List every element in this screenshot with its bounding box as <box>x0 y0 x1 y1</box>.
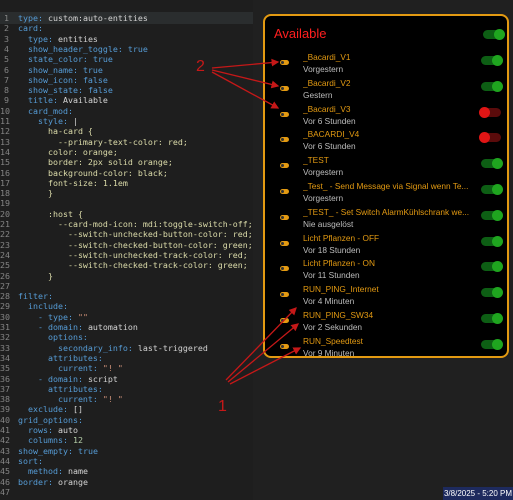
entity-row[interactable]: _Bacardi_V3 Vor 6 Stunden <box>265 104 509 130</box>
entity-last-triggered: Vorgestern <box>303 167 344 178</box>
toggle-switch-off-icon <box>280 240 289 246</box>
toggle-knob <box>479 132 490 144</box>
toggle-knob <box>479 106 490 118</box>
toggle-switch-off-icon <box>280 318 289 323</box>
entity-last-triggered: Vor 9 Minuten <box>303 347 355 358</box>
toggle-switch-off-icon <box>280 266 289 272</box>
entity-toggle[interactable] <box>481 287 503 299</box>
entity-name[interactable]: _Bacardi_V1 <box>303 52 471 62</box>
entity-name[interactable]: Licht Pflanzen - OFF <box>303 233 471 243</box>
entity-name[interactable]: _Test_ - Send Message via Signal wenn Te… <box>303 181 471 191</box>
entity-name[interactable]: RUN_Speedtest <box>303 336 471 346</box>
taskbar-clock[interactable]: 3/8/2025 - 5:20 PM <box>443 487 513 500</box>
entity-row[interactable]: _Test_ - Send Message via Signal wenn Te… <box>265 181 509 207</box>
toggle-switch-off-icon <box>280 137 289 143</box>
toggle-switch-off-icon <box>280 163 289 169</box>
toggle-switch-off-icon <box>280 60 289 65</box>
toggle-knob <box>492 184 503 195</box>
toggle-switch-off-icon <box>280 111 289 117</box>
entity-row[interactable]: _TEST_ - Set Switch AlarmKühlschrank we.… <box>265 207 509 233</box>
entity-row[interactable]: _Bacardi_V1 Vorgestern <box>265 52 509 78</box>
entity-last-triggered: Vor 6 Stunden <box>303 115 356 126</box>
entity-row[interactable]: RUN_Speedtest Vor 9 Minuten <box>265 336 509 362</box>
toggle-knob <box>494 29 505 40</box>
toggle-knob <box>492 158 503 170</box>
entity-last-triggered: Nie ausgelöst <box>303 218 354 229</box>
entity-last-triggered: Vorgestern <box>303 193 344 203</box>
line-number: 47 <box>0 486 10 497</box>
entity-toggle[interactable] <box>479 106 501 118</box>
entity-toggle[interactable] <box>481 80 503 92</box>
toggle-switch-off-icon <box>280 214 289 220</box>
toggle-knob <box>492 209 503 221</box>
entity-row[interactable]: _TEST Vorgestern <box>265 155 509 181</box>
entity-toggle[interactable] <box>481 261 503 273</box>
entity-last-triggered: Vor 4 Minuten <box>303 296 355 307</box>
entity-toggle[interactable] <box>481 55 503 66</box>
toggle-knob <box>492 287 503 299</box>
annotation-label-1: 1 <box>218 398 227 415</box>
entity-row[interactable]: _Bacardi_V2 Gestern <box>265 78 509 104</box>
entity-toggle[interactable] <box>481 158 503 170</box>
entity-name[interactable]: RUN_PING_SW34 <box>303 310 471 320</box>
entity-last-triggered: Vor 11 Stunden <box>303 270 360 281</box>
entity-toggle[interactable] <box>481 184 503 195</box>
entity-row[interactable]: Licht Pflanzen - OFF Vor 18 Stunden <box>265 233 509 259</box>
entity-last-triggered: Gestern <box>303 89 333 100</box>
entity-name[interactable]: Licht Pflanzen - ON <box>303 258 471 268</box>
entity-toggle[interactable] <box>481 313 503 324</box>
entity-last-triggered: Vor 6 Stunden <box>303 141 356 152</box>
toggle-knob <box>492 80 503 92</box>
code-line[interactable]: 47 <box>0 486 253 498</box>
entity-row[interactable]: Licht Pflanzen - ON Vor 11 Stunden <box>265 258 509 284</box>
entity-toggle[interactable] <box>481 209 503 221</box>
entity-toggle[interactable] <box>481 235 503 247</box>
entity-name[interactable]: _BACARDI_V4 <box>303 129 471 139</box>
toggle-knob <box>492 55 503 66</box>
toggle-knob <box>492 313 503 324</box>
entity-toggle[interactable] <box>481 338 503 350</box>
entity-name[interactable]: _TEST_ - Set Switch AlarmKühlschrank we.… <box>303 207 471 217</box>
toggle-knob <box>492 338 503 350</box>
header-toggle[interactable] <box>483 29 505 40</box>
toggle-switch-off-icon <box>280 292 289 298</box>
entities-card: Available _Bacardi_V1 Vorgestern _Bacardi_… <box>263 14 509 358</box>
card-title: Available <box>274 26 327 41</box>
toggle-switch-off-icon <box>280 85 289 91</box>
annotation-label-2: 2 <box>196 58 205 75</box>
entity-last-triggered: Vor 2 Sekunden <box>303 322 363 332</box>
entity-last-triggered: Vor 18 Stunden <box>303 244 361 255</box>
yaml-code-editor[interactable]: 1 type: custom:auto-entities 2 card: 3 type:… <box>0 0 253 500</box>
entity-name[interactable]: _Bacardi_V2 <box>303 78 471 88</box>
entity-last-triggered: Vorgestern <box>303 64 344 74</box>
entity-name[interactable]: RUN_PING_Internet <box>303 284 471 294</box>
entity-name[interactable]: _TEST <box>303 155 471 165</box>
toggle-knob <box>492 235 503 247</box>
entity-row[interactable]: RUN_PING_SW34 Vor 2 Sekunden <box>265 310 509 336</box>
entity-name[interactable]: _Bacardi_V3 <box>303 104 471 114</box>
entity-row[interactable]: _BACARDI_V4 Vor 6 Stunden <box>265 129 509 155</box>
toggle-knob <box>492 261 503 273</box>
entity-row[interactable]: RUN_PING_Internet Vor 4 Minuten <box>265 284 509 310</box>
toggle-switch-off-icon <box>280 189 289 194</box>
toggle-switch-off-icon <box>280 343 289 349</box>
entity-toggle[interactable] <box>479 132 501 144</box>
